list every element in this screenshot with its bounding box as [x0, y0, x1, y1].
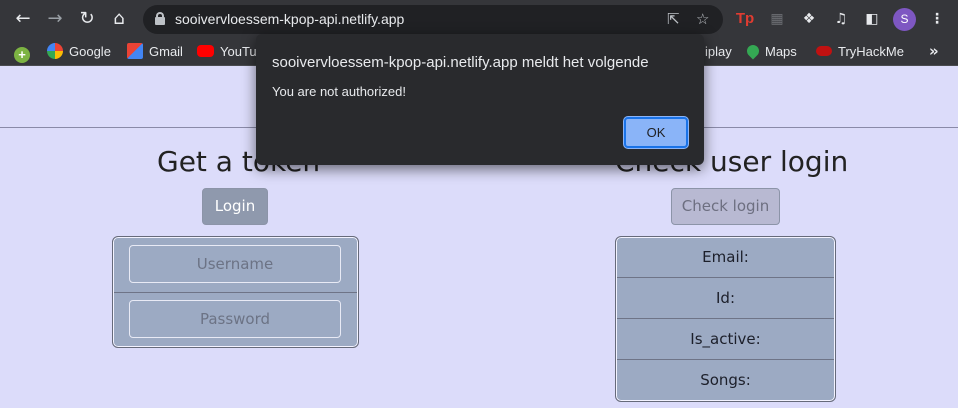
is-active-row: Is_active:	[690, 330, 761, 348]
bookmark-label: iplay	[705, 44, 732, 59]
browser-toolbar: ← → ↻ ⌂ sooivervloessem-kpop-api.netlify…	[0, 0, 958, 38]
share-icon[interactable]: ⇱	[667, 10, 680, 28]
bookmarks-overflow-icon[interactable]: »	[929, 42, 939, 60]
username-input[interactable]: Username	[129, 245, 341, 283]
puzzle-extensions-icon[interactable]: ❖	[798, 8, 820, 30]
profile-avatar[interactable]: S	[893, 8, 916, 31]
address-bar[interactable]: sooivervloessem-kpop-api.netlify.app ⇱ ☆	[143, 5, 723, 34]
bookmark-iplay[interactable]: iplay	[705, 43, 732, 61]
bookmark-label: Maps	[765, 44, 797, 59]
google-icon	[47, 43, 63, 59]
bookmark-maps[interactable]: Maps	[744, 42, 797, 61]
dialog-title: sooivervloessem-kpop-api.netlify.app mel…	[272, 54, 649, 71]
extension-tp-icon[interactable]: Tp	[734, 8, 756, 30]
bookmark-google[interactable]: Google	[47, 43, 111, 61]
side-panel-icon[interactable]: ◧	[861, 8, 883, 30]
ok-button[interactable]: OK	[624, 117, 688, 148]
youtube-icon	[197, 45, 214, 57]
maps-pin-icon	[744, 42, 762, 60]
bookmark-label: Google	[69, 44, 111, 59]
bookmark-gmail[interactable]: Gmail	[127, 43, 183, 61]
dialog-message: You are not authorized!	[272, 84, 406, 99]
lock-icon	[155, 12, 165, 25]
id-row: Id:	[716, 289, 735, 307]
card-divider	[114, 292, 357, 293]
login-button[interactable]: Login	[202, 188, 268, 225]
bookmark-label: Gmail	[149, 44, 183, 59]
email-row: Email:	[702, 248, 749, 266]
bookmark-label: TryHackMe	[838, 44, 904, 59]
extension-grid-icon[interactable]: ▦	[766, 8, 788, 30]
password-input[interactable]: Password	[129, 300, 341, 338]
home-icon[interactable]: ⌂	[107, 7, 131, 31]
alert-dialog: sooivervloessem-kpop-api.netlify.app mel…	[256, 34, 704, 165]
user-info-card: Email: Id: Is_active: Songs:	[615, 236, 836, 402]
bookmark-tryhackme[interactable]: TryHackMe	[816, 43, 904, 61]
gmail-icon	[127, 43, 143, 59]
login-form-card: Username Password	[112, 236, 359, 348]
forward-arrow-icon[interactable]: →	[43, 7, 67, 31]
songs-row: Songs:	[700, 371, 751, 389]
tryhackme-icon	[816, 46, 832, 56]
media-playlist-icon[interactable]: ♫	[830, 8, 852, 30]
menu-kebab-icon[interactable]: ⋮	[926, 8, 948, 30]
star-icon[interactable]: ☆	[696, 10, 709, 28]
url-text: sooivervloessem-kpop-api.netlify.app	[175, 11, 405, 27]
reload-icon[interactable]: ↻	[75, 7, 99, 31]
add-bookmark-icon[interactable]: +	[14, 43, 36, 63]
check-login-button[interactable]: Check login	[671, 188, 780, 225]
back-arrow-icon[interactable]: ←	[11, 7, 35, 31]
